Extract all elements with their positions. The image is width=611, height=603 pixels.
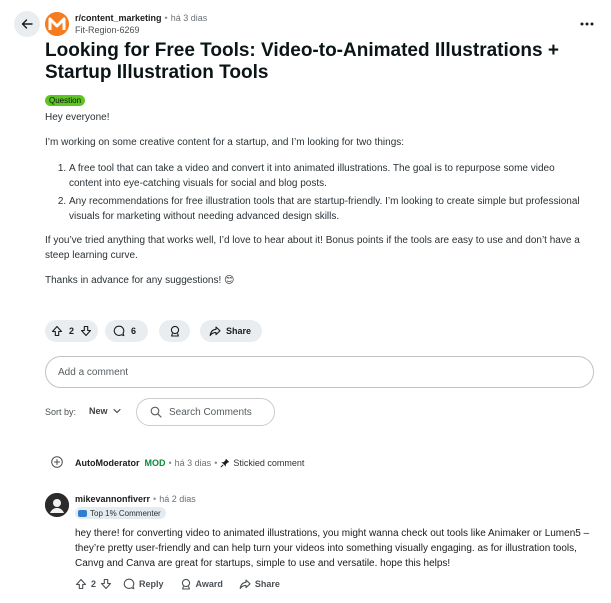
share-icon <box>209 326 221 337</box>
comment-vote-count: 2 <box>91 579 97 589</box>
add-comment-placeholder: Add a comment <box>58 366 129 378</box>
stickied-label: Stickied comment <box>233 458 305 468</box>
award-button[interactable] <box>159 320 190 342</box>
comment-time: há 2 dias <box>159 494 196 504</box>
post-time: há 3 dias <box>170 13 208 23</box>
comment-body: hey there! for converting video to anima… <box>75 528 590 569</box>
sort-dropdown[interactable]: New <box>89 406 121 416</box>
stickied-indicator: Stickied comment <box>220 458 304 468</box>
search-comments-input[interactable]: Search Comments <box>136 398 275 426</box>
post-intro: I’m working on some creative content for… <box>45 137 405 148</box>
comment-header: mikevannonfiverr • há 2 dias <box>75 494 196 504</box>
subreddit-name[interactable]: r/content_marketing <box>75 13 162 23</box>
comment-vote-control: 2 <box>75 578 112 590</box>
reply-label: Reply <box>139 579 164 589</box>
top-commenter-badge: Top 1% Commenter <box>75 507 166 519</box>
post-body: Hey everyone! I’m working on some creati… <box>45 110 585 288</box>
sort-value: New <box>89 406 108 416</box>
badge-label: Top 1% Commenter <box>90 508 161 518</box>
comment-count: 6 <box>131 326 137 336</box>
award-icon <box>170 325 179 337</box>
vote-control: 2 <box>45 320 98 342</box>
comment-actions: 2 Reply Award Share <box>75 578 280 590</box>
share-label: Share <box>226 326 252 336</box>
reply-button[interactable]: Reply <box>123 578 164 590</box>
share-icon <box>239 579 251 590</box>
sort-label: Sort by: <box>45 407 77 417</box>
post-list-item: A free tool that can take a video and co… <box>69 161 585 191</box>
post-closing: If you’ve tried anything that works well… <box>45 235 580 261</box>
automod-time: há 3 dias <box>174 458 212 468</box>
upvote-icon[interactable] <box>51 325 63 337</box>
automod-author[interactable]: AutoModerator <box>75 458 140 468</box>
add-comment-input[interactable]: Add a comment <box>45 356 594 388</box>
expand-thread-icon[interactable] <box>51 456 63 468</box>
share-label: Share <box>254 579 280 589</box>
search-icon <box>150 406 162 418</box>
meta-separator: • <box>168 458 172 468</box>
post-greeting: Hey everyone! <box>45 112 110 123</box>
post-thanks: Thanks in advance for any suggestions! 😊 <box>45 275 235 286</box>
share-button[interactable]: Share <box>200 320 262 342</box>
upvote-icon[interactable] <box>75 578 87 590</box>
chevron-down-icon <box>112 408 121 414</box>
back-button[interactable] <box>14 11 40 37</box>
subreddit-logo-icon <box>45 12 69 36</box>
downvote-icon[interactable] <box>100 578 112 590</box>
arrow-left-icon <box>21 19 33 29</box>
comment-bubble-icon <box>123 578 135 590</box>
comment-share-button[interactable]: Share <box>239 578 280 590</box>
comment-bubble-icon <box>113 325 125 337</box>
more-horizontal-icon <box>580 22 594 26</box>
automod-comment-header: AutoModerator MOD • há 3 dias • Stickied… <box>75 458 304 468</box>
search-comments-placeholder: Search Comments <box>169 406 252 418</box>
meta-separator: • <box>164 13 168 23</box>
subreddit-meta: r/content_marketing • há 3 dias <box>75 13 207 23</box>
award-icon <box>181 578 190 590</box>
more-options-button[interactable] <box>578 15 596 33</box>
avatar[interactable] <box>45 493 69 517</box>
mod-tag: MOD <box>144 458 166 468</box>
post-author[interactable]: Fit-Region-6269 <box>75 25 140 35</box>
post-flair[interactable]: Question <box>45 95 86 106</box>
award-label: Award <box>195 579 223 589</box>
meta-separator: • <box>214 458 218 468</box>
post-list-item: Any recommendations for free illustratio… <box>69 194 585 224</box>
post-list: A free tool that can take a video and co… <box>45 161 585 224</box>
meta-separator: • <box>153 494 157 504</box>
comments-button[interactable]: 6 <box>105 320 148 342</box>
pin-icon <box>220 458 230 468</box>
user-avatar-icon <box>45 493 69 517</box>
badge-icon <box>78 509 87 517</box>
downvote-icon[interactable] <box>80 325 92 337</box>
comment-author[interactable]: mikevannonfiverr <box>75 494 150 504</box>
vote-count: 2 <box>68 326 74 336</box>
post-title: Looking for Free Tools: Video-to-Animate… <box>45 40 559 83</box>
subreddit-avatar[interactable] <box>45 12 69 36</box>
comment-award-button[interactable]: Award <box>180 578 223 590</box>
